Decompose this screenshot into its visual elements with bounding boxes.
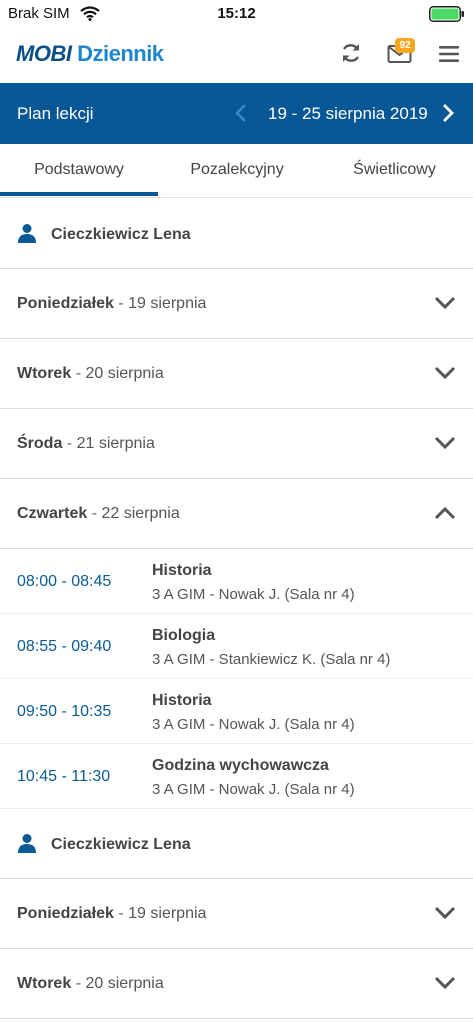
- schedule-tabs: Podstawowy Pozalekcyjny Świetlicowy: [0, 144, 473, 198]
- lesson-subject: Historia: [152, 562, 212, 579]
- logo-dziennik: Dziennik: [77, 41, 164, 66]
- chevron-left-icon[interactable]: [234, 103, 248, 128]
- day-label: Środa - 21 sierpnia: [17, 435, 155, 453]
- lesson-subject: Historia: [152, 692, 212, 709]
- day-name: Poniedziałek: [17, 295, 114, 312]
- clock: 15:12: [217, 5, 256, 22]
- chevron-right-icon[interactable]: [441, 103, 455, 128]
- app-logo: mobi Dziennik: [16, 41, 164, 67]
- day-separator: -: [75, 975, 82, 992]
- lesson-row[interactable]: 08:00 - 08:45 Historia 3 A GIM - Nowak J…: [0, 549, 473, 614]
- lesson-time: 08:55 - 09:40: [17, 638, 112, 655]
- chevron-down-icon[interactable]: [433, 975, 457, 996]
- student-row: Cieczkiewicz Lena: [0, 809, 473, 879]
- day-separator: -: [118, 905, 124, 922]
- lesson-time: 08:00 - 08:45: [17, 573, 112, 590]
- status-bar: Brak SIM 15:12: [0, 0, 473, 28]
- day-date: 20 sierpnia: [85, 975, 164, 992]
- user-icon: [17, 223, 37, 248]
- lesson-detail: 3 A GIM - Nowak J. (Sala nr 4): [152, 586, 355, 603]
- tab-podstawowy[interactable]: Podstawowy: [0, 144, 158, 198]
- lesson-subject: Biologia: [152, 627, 216, 644]
- unread-badge: 92: [395, 38, 415, 53]
- chevron-up-icon[interactable]: [433, 505, 457, 526]
- tab-swietlicowy[interactable]: Świetlicowy: [316, 144, 473, 198]
- day-label: Wtorek - 20 sierpnia: [17, 365, 164, 383]
- active-tab-indicator: [0, 192, 158, 196]
- lesson-detail: 3 A GIM - Nowak J. (Sala nr 4): [152, 716, 355, 733]
- lesson-time: 10:45 - 11:30: [17, 768, 111, 785]
- student-name: Cieczkiewicz Lena: [51, 836, 191, 853]
- week-date-range: 19 - 25 sierpnia 2019: [268, 104, 428, 123]
- page-title: Plan lekcji: [17, 104, 94, 123]
- user-icon: [17, 833, 37, 858]
- day-row-wednesday[interactable]: Środa - 21 sierpnia: [0, 409, 473, 479]
- lesson-subject: Godzina wychowawcza: [152, 757, 329, 774]
- battery-icon: [429, 6, 465, 27]
- refresh-icon[interactable]: [339, 41, 363, 70]
- lesson-row[interactable]: 08:55 - 09:40 Biologia 3 A GIM - Stankie…: [0, 614, 473, 679]
- day-name: Środa: [17, 435, 63, 452]
- logo-mobi: mobi: [16, 41, 72, 66]
- day-row-thursday[interactable]: Czwartek - 22 sierpnia: [0, 479, 473, 549]
- day-separator: -: [118, 295, 124, 312]
- app-header: mobi Dziennik 92: [0, 28, 473, 83]
- day-row-tuesday[interactable]: Wtorek - 20 sierpnia: [0, 339, 473, 409]
- lesson-time: 09:50 - 10:35: [17, 703, 112, 720]
- student-name: Cieczkiewicz Lena: [51, 226, 191, 243]
- day-name: Poniedziałek: [17, 905, 114, 922]
- chevron-down-icon[interactable]: [433, 435, 457, 456]
- day-label: Wtorek - 20 sierpnia: [17, 975, 164, 993]
- day-name: Wtorek: [17, 975, 72, 992]
- chevron-down-icon[interactable]: [433, 295, 457, 316]
- day-date: 19 sierpnia: [128, 295, 207, 312]
- lesson-row[interactable]: 09:50 - 10:35 Historia 3 A GIM - Nowak J…: [0, 679, 473, 744]
- tab-pozalekcyjny[interactable]: Pozalekcyjny: [158, 144, 316, 198]
- day-row-tuesday[interactable]: Wtorek - 20 sierpnia: [0, 949, 473, 1019]
- student-row: Cieczkiewicz Lena: [0, 199, 473, 269]
- menu-icon[interactable]: [438, 44, 460, 69]
- day-row-monday[interactable]: Poniedziałek - 19 sierpnia: [0, 269, 473, 339]
- day-date: 22 sierpnia: [101, 505, 180, 522]
- day-name: Wtorek: [17, 365, 72, 382]
- lesson-row[interactable]: 10:45 - 11:30 Godzina wychowawcza 3 A GI…: [0, 744, 473, 809]
- day-label: Poniedziałek - 19 sierpnia: [17, 295, 206, 313]
- day-name: Czwartek: [17, 505, 88, 522]
- day-row-monday[interactable]: Poniedziałek - 19 sierpnia: [0, 879, 473, 949]
- chevron-down-icon[interactable]: [433, 365, 457, 386]
- day-separator: -: [91, 505, 98, 522]
- day-date: 20 sierpnia: [85, 365, 164, 382]
- lesson-detail: 3 A GIM - Stankiewicz K. (Sala nr 4): [152, 651, 391, 668]
- day-separator: -: [66, 435, 73, 452]
- day-separator: -: [75, 365, 82, 382]
- day-label: Poniedziałek - 19 sierpnia: [17, 905, 206, 923]
- day-label: Czwartek - 22 sierpnia: [17, 505, 180, 523]
- plan-bar: Plan lekcji 19 - 25 sierpnia 2019: [0, 83, 473, 144]
- day-date: 21 sierpnia: [76, 435, 155, 452]
- day-date: 19 sierpnia: [128, 905, 207, 922]
- lesson-detail: 3 A GIM - Nowak J. (Sala nr 4): [152, 781, 355, 798]
- chevron-down-icon[interactable]: [433, 905, 457, 926]
